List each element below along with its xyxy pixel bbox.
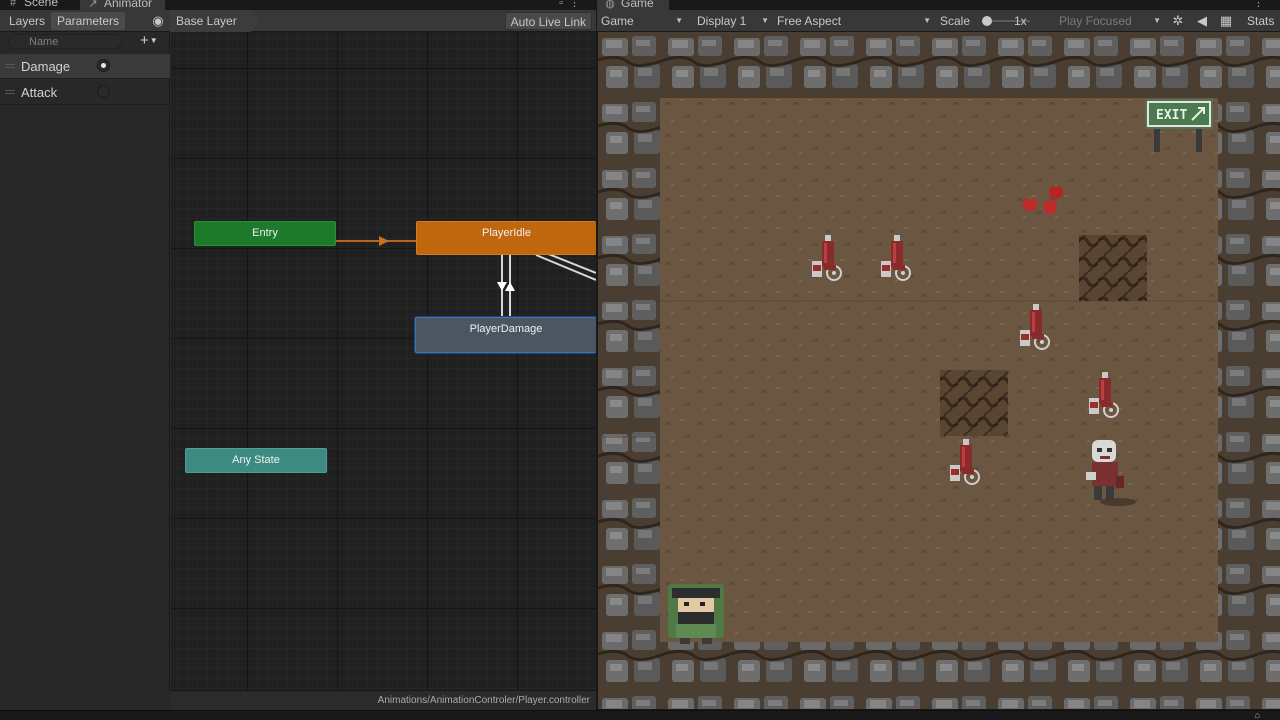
breadcrumb[interactable]: Base Layer [170,10,259,32]
layers-tab[interactable]: Layers [3,12,51,30]
eye-icon[interactable]: ◉ [150,12,166,30]
state-node-any-state[interactable]: Any State [185,448,327,473]
speaker-icon[interactable]: ◀ [1193,12,1211,30]
asset-path: Animations/AnimationControler/Player.con… [377,695,590,706]
scale-label: Scale [940,14,971,28]
arrow-up-icon [505,282,515,291]
tab-animator[interactable]: ↗ Animator [80,0,165,10]
game-toolbar: Game ▼ Display 1 ▼ Free Aspect ▼ Scale 1x P… [597,10,1280,32]
auto-live-link-button[interactable]: Auto Live Link [504,12,592,30]
notification-icon[interactable]: ⌂ [1255,710,1260,720]
game-window: ◍ Game ⋮ Game ▼ Display 1 ▼ Free Aspect ▼ Sc… [596,0,1280,710]
drag-handle-icon[interactable] [5,64,15,68]
rock-wall-right [1218,98,1280,642]
plus-icon: + [140,32,149,49]
arrow-head-icon [379,236,389,246]
chevron-down-icon: ▼ [675,16,683,25]
state-node-entry[interactable]: Entry [194,221,336,246]
animator-icon: ↗ [88,0,98,10]
animator-tabbar: # Scene ↗ Animator ▫⋮ [0,0,596,10]
trigger-toggle[interactable] [97,59,110,72]
tab-options-menu[interactable]: ▫⋮ [559,0,586,9]
drag-handle-icon[interactable] [5,90,15,94]
aspect-dropdown[interactable]: Free Aspect ▼ [773,12,933,30]
rock-wall-bottom [598,642,1280,709]
state-node-player-idle[interactable]: PlayerIdle [416,221,596,255]
game-scene: EXIT [598,32,1280,709]
tab-scene[interactable]: # Scene [0,0,80,10]
parameters-tab[interactable]: Parameters [51,12,126,30]
parameters-panel: ⚲ +▼ Damage Attack [0,32,170,690]
play-mode-dropdown[interactable]: Play Focused ▼ [1055,12,1163,30]
game-viewport[interactable]: EXIT [598,32,1280,709]
state-node-player-damage[interactable]: PlayerDamage [415,317,596,353]
roots-patch [1079,235,1147,301]
tab-game[interactable]: ◍ Game [597,0,669,10]
roots-patch [940,370,1008,436]
parameter-row-attack[interactable]: Attack [0,80,170,105]
game-tabbar: ◍ Game ⋮ [597,0,1280,10]
add-parameter-button[interactable]: +▼ [140,32,166,50]
rock-wall-top [598,32,1280,98]
gamepad-icon: ◍ [605,0,615,10]
scale-value: 1x [1014,14,1027,28]
chevron-down-icon: ▼ [1153,16,1161,25]
tab-options-menu[interactable]: ⋮ [1253,0,1270,9]
transition-idle-offscreen[interactable] [535,254,596,281]
state-machine-graph[interactable]: Entry PlayerIdle PlayerDamage Any State [171,32,596,690]
parameter-row-damage[interactable]: Damage [0,54,170,79]
animator-footer: Animations/AnimationControler/Player.con… [170,690,596,710]
parameter-search-input[interactable] [8,34,122,49]
parameter-name: Damage [21,59,71,74]
arrow-down-icon [497,282,507,291]
chevron-down-icon: ▼ [761,16,769,25]
player-character [668,584,724,644]
keyboard-icon[interactable]: ▦ [1217,12,1235,30]
exit-sign-text: EXIT [1156,108,1187,123]
trigger-toggle[interactable] [97,85,110,98]
status-bar: ⌂ [0,710,1280,720]
chevron-down-icon: ▼ [923,16,931,25]
transition-arrows [336,236,596,317]
rock-wall-left [598,98,660,642]
bug-icon[interactable]: ✲ [1169,12,1187,30]
slider-knob[interactable] [982,16,992,26]
parameter-name: Attack [21,85,58,100]
chevron-down-icon: ▼ [149,36,158,45]
animator-toolbar: Layers Parameters ◉ Base Layer Auto Live… [0,10,596,32]
display-dropdown[interactable]: Display 1 ▼ [693,12,771,30]
view-dropdown[interactable]: Game ▼ [597,12,685,30]
animator-window: # Scene ↗ Animator ▫⋮ Layers Parameters ◉ … [0,0,596,710]
stats-button[interactable]: Stats [1243,12,1274,30]
parameter-search-row: ⚲ +▼ [0,32,170,50]
grid-icon: # [9,0,17,9]
